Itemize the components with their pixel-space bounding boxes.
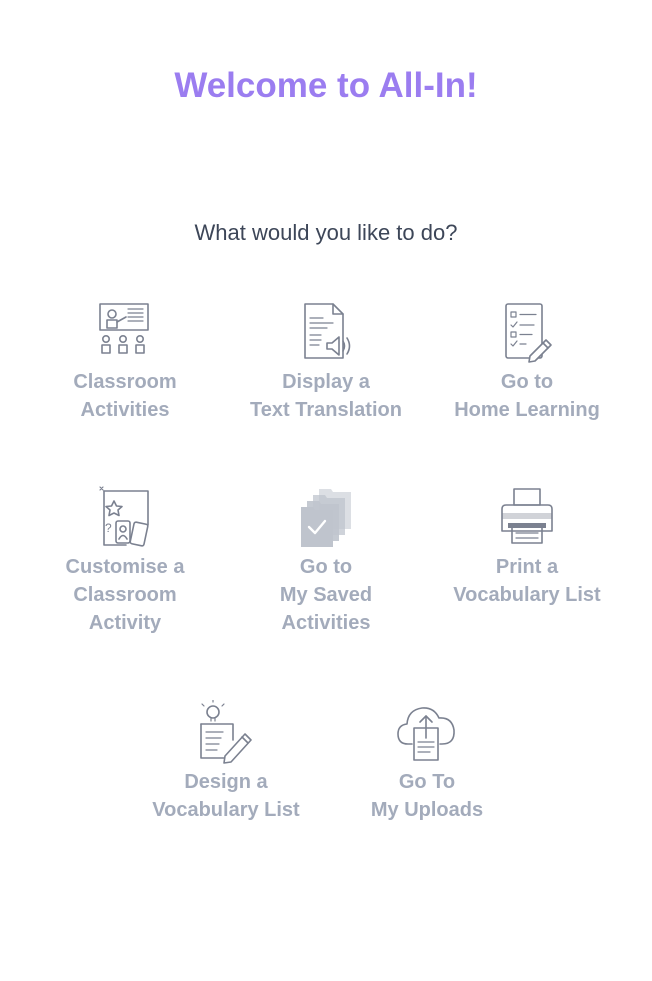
customise-classroom-activity-label: Customise a Classroom Activity bbox=[65, 556, 185, 634]
saved-activities-icon bbox=[301, 489, 351, 547]
my-uploads-label: Go To My Uploads bbox=[370, 771, 484, 821]
customise-classroom-activity-button[interactable]: ? Customise a Classroom Activity bbox=[35, 485, 215, 637]
svg-text:?: ? bbox=[105, 521, 112, 535]
print-vocabulary-list-button[interactable]: Print a Vocabulary List bbox=[437, 485, 617, 609]
home-learning-icon bbox=[505, 303, 552, 363]
design-vocabulary-list-button[interactable]: Design a Vocabulary List bbox=[136, 700, 316, 824]
my-uploads-button[interactable]: Go To My Uploads bbox=[337, 700, 517, 824]
home-learning-label: Go to Home Learning bbox=[454, 371, 600, 421]
saved-activities-label: Go to My Saved Activities bbox=[279, 556, 373, 634]
design-list-icon bbox=[200, 700, 252, 764]
print-vocabulary-list-label: Print a Vocabulary List bbox=[453, 556, 601, 606]
page-title: Welcome to All-In! bbox=[174, 66, 478, 105]
saved-activities-button[interactable]: Go to My Saved Activities bbox=[236, 485, 416, 637]
design-vocabulary-list-label: Design a Vocabulary List bbox=[152, 771, 300, 821]
cloud-upload-icon bbox=[397, 707, 455, 761]
printer-icon bbox=[501, 488, 553, 544]
customise-activity-icon: ? bbox=[99, 486, 149, 547]
home-learning-button[interactable]: Go to Home Learning bbox=[437, 300, 617, 424]
classroom-activities-button[interactable]: Classroom Activities bbox=[35, 300, 215, 424]
classroom-activities-label: Classroom Activities bbox=[73, 371, 177, 421]
prompt-text: What would you like to do? bbox=[194, 220, 458, 245]
text-translation-icon bbox=[304, 303, 351, 359]
display-text-translation-label: Display a Text Translation bbox=[250, 371, 402, 421]
classroom-icon bbox=[99, 303, 149, 354]
display-text-translation-button[interactable]: Display a Text Translation bbox=[236, 300, 416, 424]
